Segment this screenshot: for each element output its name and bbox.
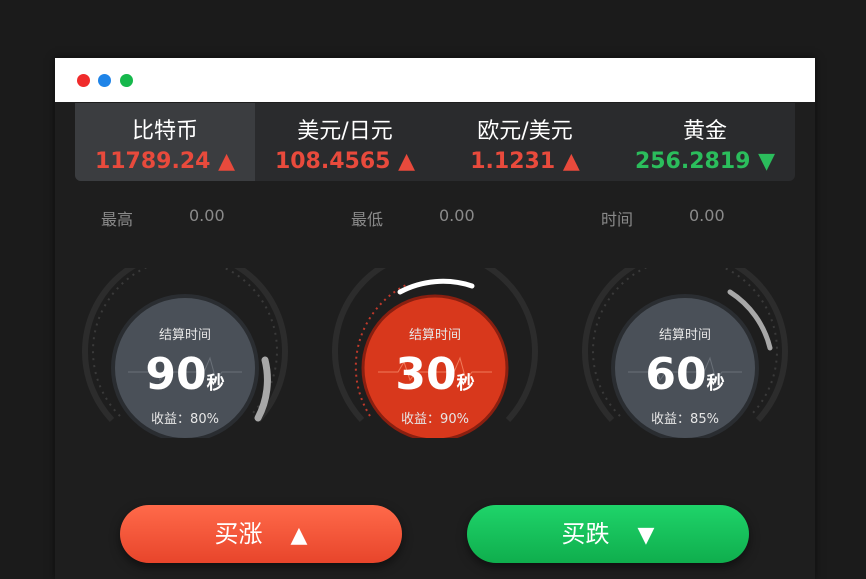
dial-label: 结算时间 — [408, 328, 461, 343]
dial-label: 结算时间 — [158, 328, 211, 343]
ticker-tab-eurusd[interactable]: 欧元/美元 1.1231 ▲ — [435, 103, 615, 181]
buy-up-label: 买涨 — [214, 520, 263, 548]
window-titlebar — [55, 58, 815, 102]
stat-label-time: 时间 — [601, 210, 634, 229]
up-arrow-icon: ▲ — [290, 523, 308, 548]
ticker-name: 欧元/美元 — [477, 119, 573, 144]
stat-value-high: 0.00 — [189, 206, 225, 225]
up-arrow-icon: ▲ — [218, 149, 236, 174]
dial-yield: 收益：80% — [151, 412, 219, 427]
ticker-bar: 比特币 11789.24 ▲ 美元/日元 108.4565 ▲ 欧元/美元 1.… — [75, 103, 795, 181]
settle-dial-90[interactable]: 结算时间 90秒 收益：80% — [80, 268, 290, 438]
buy-down-button[interactable]: 买跌 ▼ — [467, 505, 749, 563]
maximize-window-button[interactable] — [120, 74, 133, 87]
close-window-button[interactable] — [77, 74, 90, 87]
settle-dial-60[interactable]: 结算时间 60秒 收益：85% — [580, 268, 790, 438]
ticker-tab-btc[interactable]: 比特币 11789.24 ▲ — [75, 103, 255, 181]
stat-value-time: 0.00 — [689, 206, 725, 225]
dial-number: 90秒 — [145, 349, 225, 400]
stat-label-low: 最低 — [351, 210, 384, 229]
ticker-name: 黄金 — [682, 119, 727, 144]
up-arrow-icon: ▲ — [562, 149, 580, 174]
ticker-name: 比特币 — [131, 119, 198, 144]
buy-down-label: 买跌 — [561, 520, 610, 548]
ticker-name: 美元/日元 — [297, 119, 393, 144]
dial-label: 结算时间 — [658, 328, 711, 343]
stat-value-low: 0.00 — [439, 206, 475, 225]
dial-number: 30秒 — [395, 349, 475, 400]
down-arrow-icon: ▼ — [758, 149, 776, 174]
settle-dial-30[interactable]: 结算时间 30秒 收益：90% — [330, 268, 540, 438]
minimize-window-button[interactable] — [98, 74, 111, 87]
down-arrow-icon: ▼ — [637, 523, 655, 548]
dial-number: 60秒 — [645, 349, 725, 400]
dial-yield: 收益：85% — [651, 412, 719, 427]
ticker-tab-usdjpy[interactable]: 美元/日元 108.4565 ▲ — [255, 103, 435, 181]
ticker-tab-gold[interactable]: 黄金 256.2819 ▼ — [615, 103, 795, 181]
ticker-price: 108.4565 ▲ — [274, 149, 416, 174]
dial-yield: 收益：90% — [401, 412, 469, 427]
stat-label-high: 最高 — [101, 210, 134, 229]
ticker-price: 1.1231 ▲ — [470, 149, 580, 174]
up-arrow-icon: ▲ — [398, 149, 416, 174]
app-window: 比特币 11789.24 ▲ 美元/日元 108.4565 ▲ 欧元/美元 1.… — [55, 58, 815, 579]
ticker-price: 256.2819 ▼ — [634, 149, 776, 174]
ticker-price: 11789.24 ▲ — [94, 149, 236, 174]
buy-up-button[interactable]: 买涨 ▲ — [120, 505, 402, 563]
